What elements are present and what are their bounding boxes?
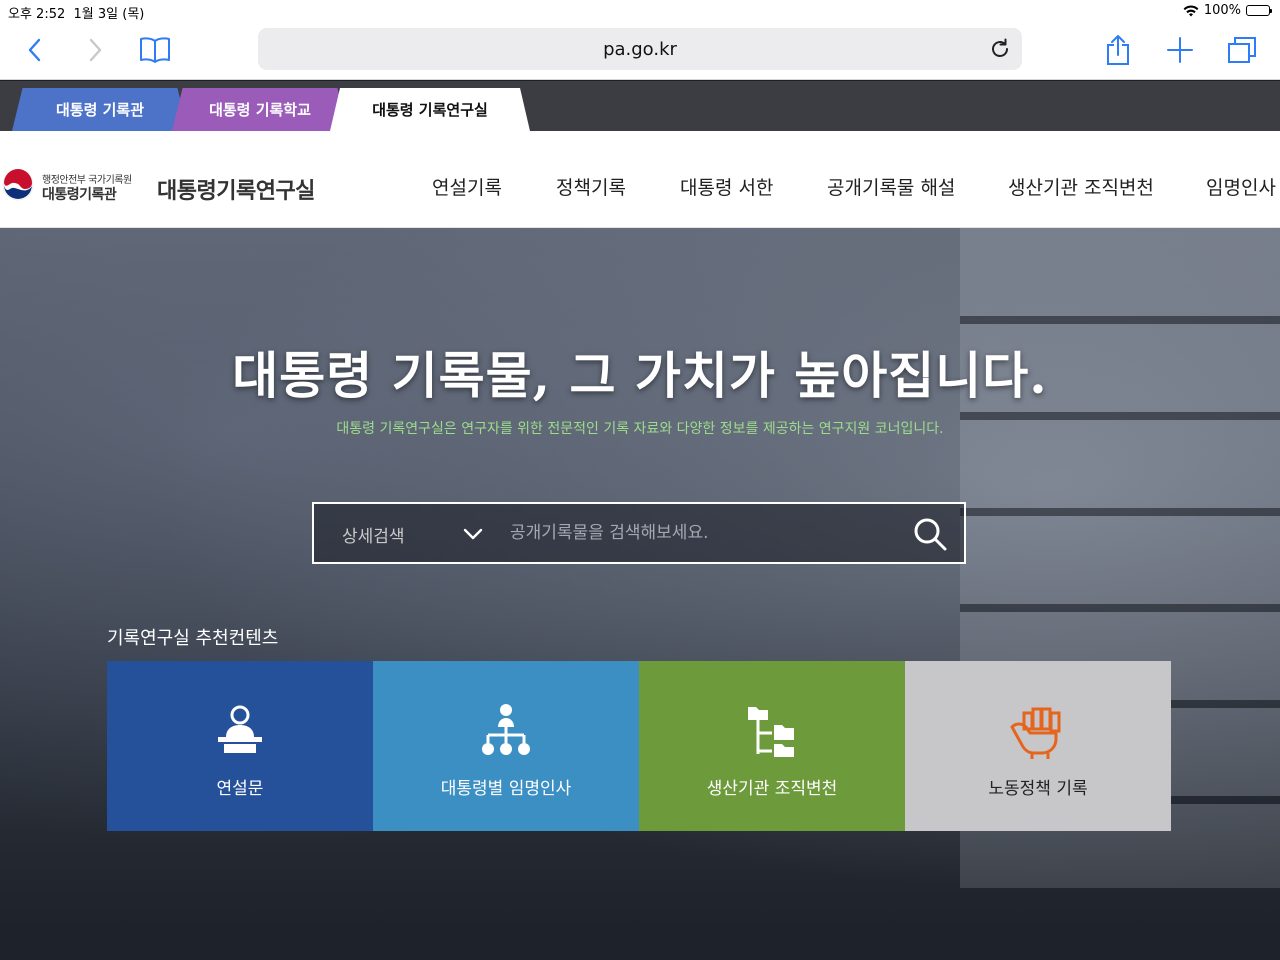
card-appointments[interactable]: 대통령별 임명인사 (373, 661, 639, 831)
chevron-left-icon (28, 38, 41, 62)
nav-public-records-guide[interactable]: 공개기록물 해설 (827, 173, 955, 200)
status-time: 오후 2:52 1월 3일 (목) (8, 3, 144, 22)
org-chart-icon (482, 704, 530, 755)
logo-title[interactable]: 대통령기록관 (42, 184, 117, 204)
browser-toolbar: pa.go.kr (0, 22, 1280, 80)
book-icon (140, 37, 170, 63)
plus-icon (1167, 37, 1193, 63)
hero-headline: 대통령 기록물, 그 가치가 높아집니다. (232, 346, 1048, 405)
tabs-overview-button[interactable] (1224, 32, 1260, 68)
status-bar: 오후 2:52 1월 3일 (목) 100% (0, 0, 1280, 22)
status-right: 100% (1183, 3, 1272, 18)
hero-section: 대통령 기록물, 그 가치가 높아집니다. 대통령 기록연구실은 연구자를 위한… (0, 228, 1280, 960)
card-label: 연설문 (216, 779, 264, 799)
tab-presidential-archives[interactable]: 대통령 기록관 (12, 88, 188, 131)
card-label: 생산기관 조직변천 (706, 779, 838, 799)
recommend-title: 기록연구실 추천컨텐츠 (107, 628, 279, 649)
site-tab-bar: 대통령 기록관 대통령 기록학교 대통령 기록연구실 (0, 81, 1280, 131)
taegeuk-logo-icon[interactable] (2, 169, 34, 201)
card-org-history[interactable]: 생산기관 조직변천 (639, 661, 905, 831)
site-header: 행정안전부 국가기록원 대통령기록관 대통령기록연구실 연설기록 정책기록 대통… (0, 131, 1280, 228)
search-type-select[interactable]: 상세검색 (342, 522, 405, 547)
tab-records-lab[interactable]: 대통령 기록연구실 (330, 88, 530, 131)
wifi-icon (1183, 5, 1199, 16)
card-labor-policy[interactable]: 노동정책 기록 (905, 661, 1171, 831)
speaker-podium-icon (218, 705, 262, 753)
recommend-cards: 연설문 대통령별 임명인사 생산기관 조직변천 노동정책 기록 (107, 661, 1171, 831)
status-clock: 오후 2:52 (8, 7, 66, 22)
chevron-down-icon[interactable] (462, 523, 484, 545)
nav-policy-records[interactable]: 정책기록 (556, 173, 626, 200)
fist-icon (1010, 707, 1061, 759)
folder-tree-icon (748, 707, 794, 757)
bookmarks-button[interactable] (137, 32, 173, 68)
hero-subline: 대통령 기록연구실은 연구자를 위한 전문적인 기록 자료와 다양한 정보를 제… (336, 421, 944, 437)
url-text: pa.go.kr (603, 39, 677, 60)
chevron-right-icon (89, 38, 102, 62)
site-title[interactable]: 대통령기록연구실 (157, 173, 315, 205)
search-icon[interactable] (912, 516, 948, 552)
reload-icon[interactable] (988, 37, 1012, 61)
tabs-icon (1228, 37, 1256, 63)
nav-org-history[interactable]: 생산기관 조직변천 (1008, 173, 1154, 200)
card-label: 노동정책 기록 (988, 779, 1088, 799)
share-button[interactable] (1100, 32, 1136, 68)
card-speeches[interactable]: 연설문 (107, 661, 373, 831)
share-icon (1107, 35, 1129, 65)
card-label: 대통령별 임명인사 (440, 779, 572, 799)
forward-button[interactable] (77, 32, 113, 68)
back-button[interactable] (17, 32, 53, 68)
nav-speech-records[interactable]: 연설기록 (432, 173, 502, 200)
search-box: 상세검색 (312, 502, 966, 564)
search-input[interactable] (510, 514, 890, 552)
tab-records-school[interactable]: 대통령 기록학교 (172, 88, 348, 131)
nav-appointments[interactable]: 임명인사 (1206, 173, 1276, 200)
nav-presidential-letters[interactable]: 대통령 서한 (680, 173, 773, 200)
footer-strip (0, 932, 1280, 960)
battery-percent: 100% (1203, 3, 1241, 18)
new-tab-button[interactable] (1162, 32, 1198, 68)
status-date: 1월 3일 (목) (73, 7, 145, 22)
battery-icon (1246, 5, 1272, 16)
address-bar[interactable]: pa.go.kr (258, 28, 1022, 70)
